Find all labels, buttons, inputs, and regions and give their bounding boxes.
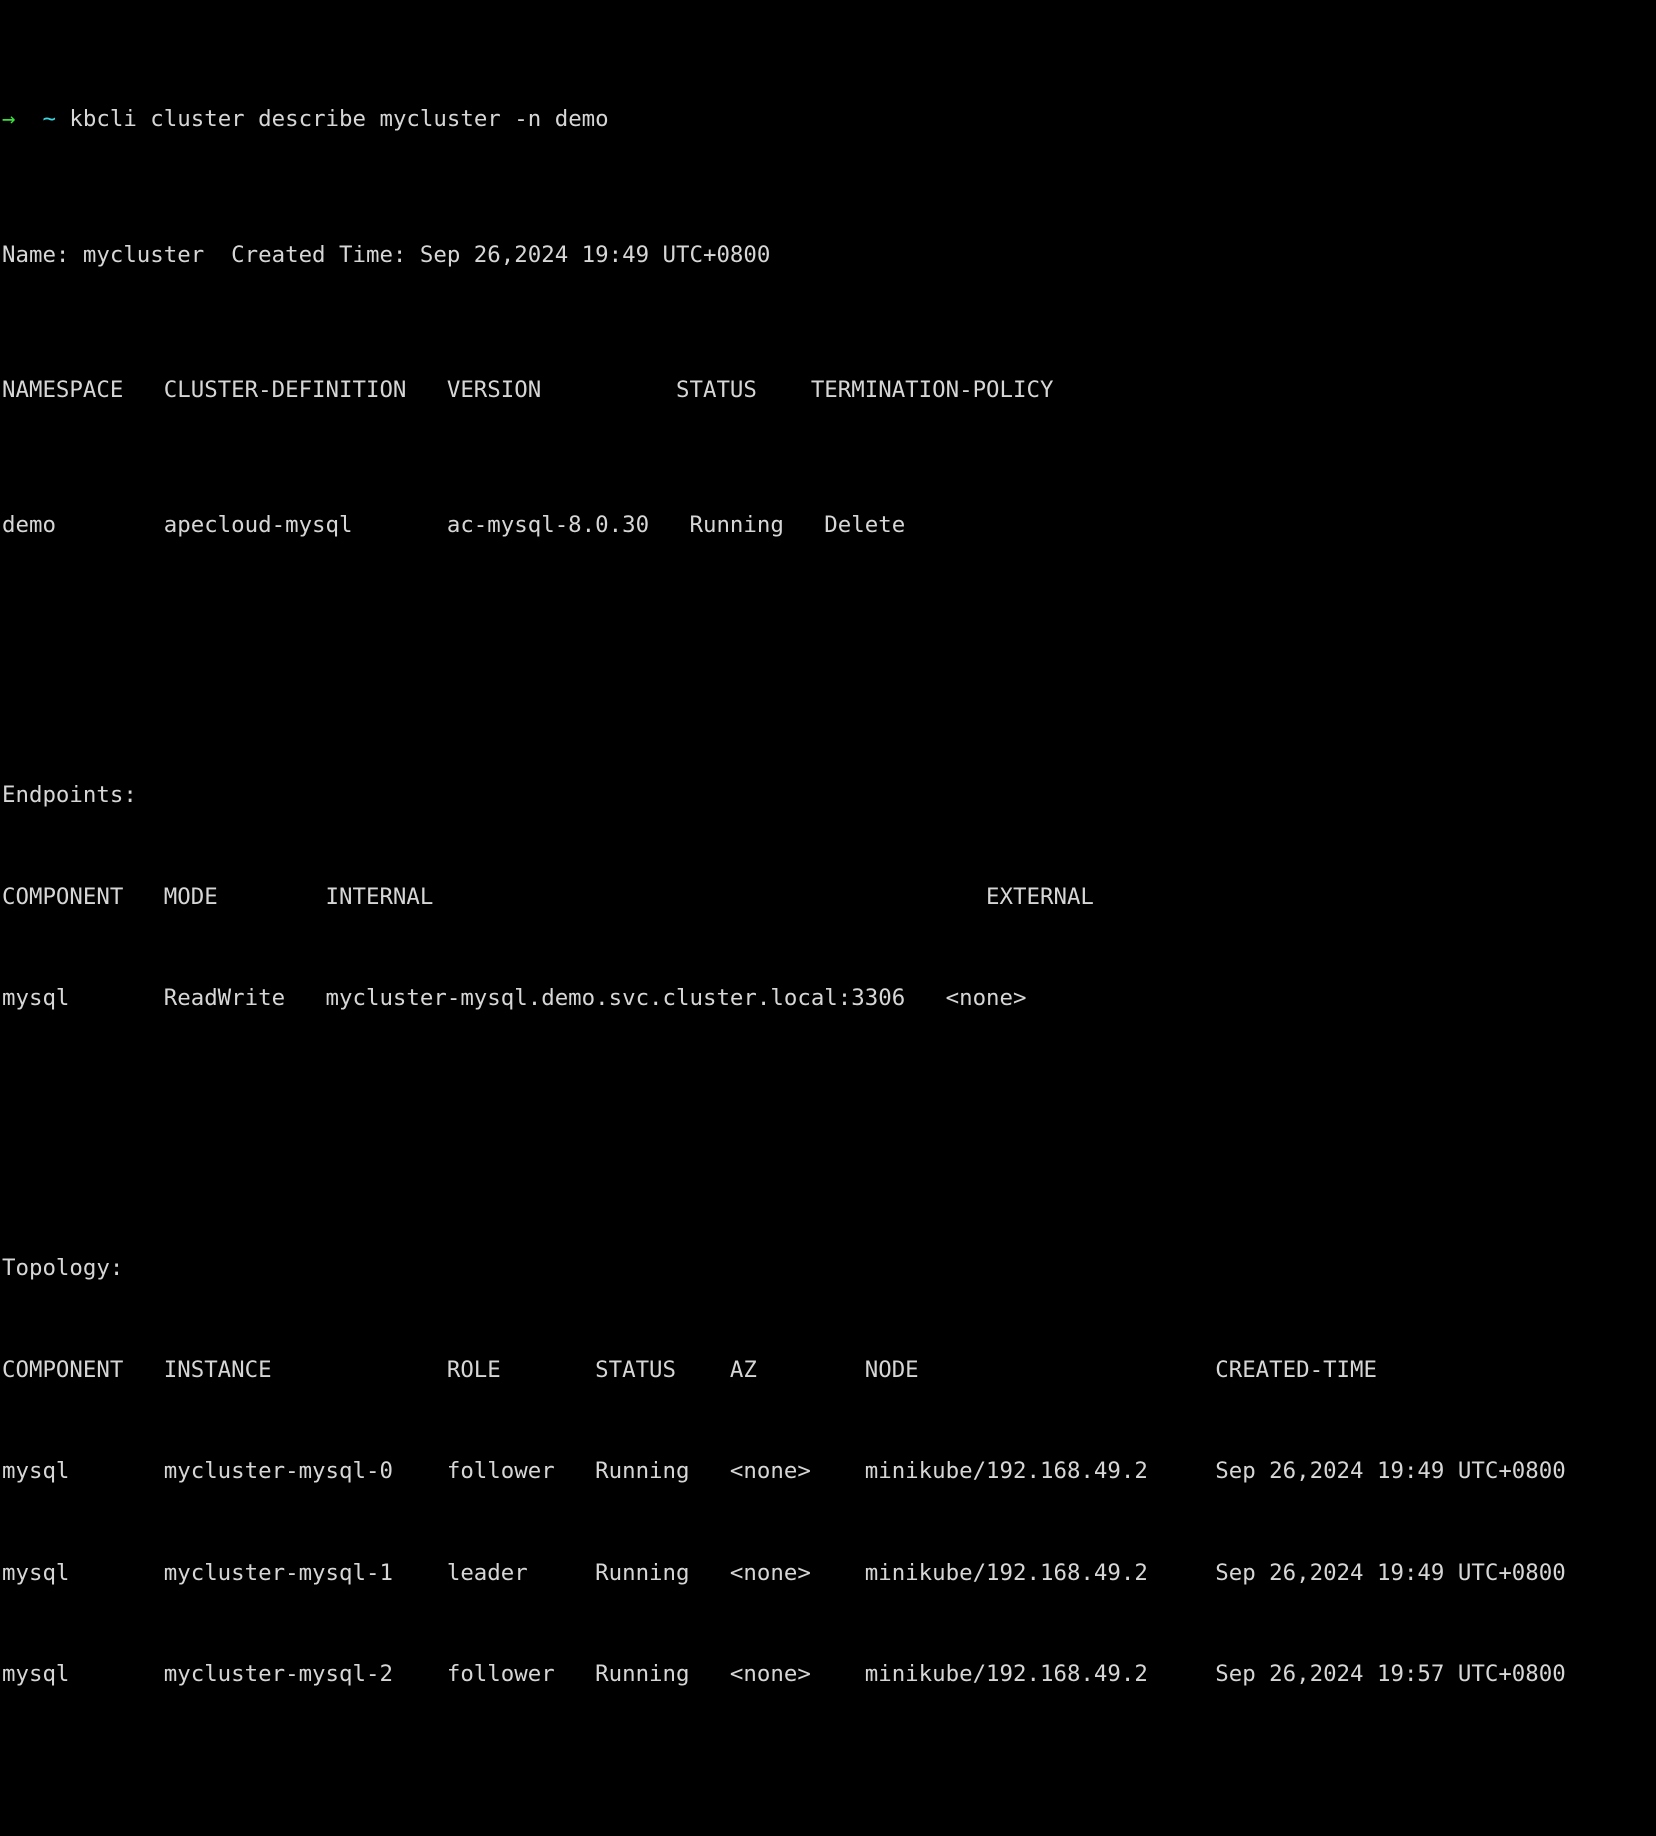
cluster-summary-row: demo apecloud-mysql ac-mysql-8.0.30 Runn… xyxy=(2,511,906,538)
endpoints-row: mysql ReadWrite mycluster-mysql.demo.svc… xyxy=(2,985,1027,1012)
terminal-window[interactable]: → ~ kbcli cluster describe mycluster -n … xyxy=(0,0,1656,1687)
prompt-arrow-icon: → xyxy=(2,106,16,133)
cluster-summary-line: Name: mycluster Created Time: Sep 26,202… xyxy=(2,241,771,268)
endpoints-header: COMPONENT MODE INTERNAL EXTERNAL xyxy=(2,883,1094,910)
topology-row: mysql mycluster-mysql-2 follower Running… xyxy=(2,1661,1566,1688)
prompt-line: → ~ kbcli cluster describe mycluster -n … xyxy=(2,103,1656,137)
prompt-spacer-2 xyxy=(56,106,69,132)
cluster-summary-header: NAMESPACE CLUSTER-DEFINITION VERSION STA… xyxy=(2,376,1054,403)
prompt-path: ~ xyxy=(42,106,56,133)
topology-row: mysql mycluster-mysql-0 follower Running… xyxy=(2,1458,1566,1485)
topology-title: Topology: xyxy=(2,1255,124,1282)
command-text: kbcli cluster describe mycluster -n demo xyxy=(69,106,609,133)
endpoints-title: Endpoints: xyxy=(2,782,137,809)
topology-header: COMPONENT INSTANCE ROLE STATUS AZ NODE C… xyxy=(2,1356,1377,1383)
prompt-spacer xyxy=(15,106,42,132)
topology-row: mysql mycluster-mysql-1 leader Running <… xyxy=(2,1559,1566,1586)
